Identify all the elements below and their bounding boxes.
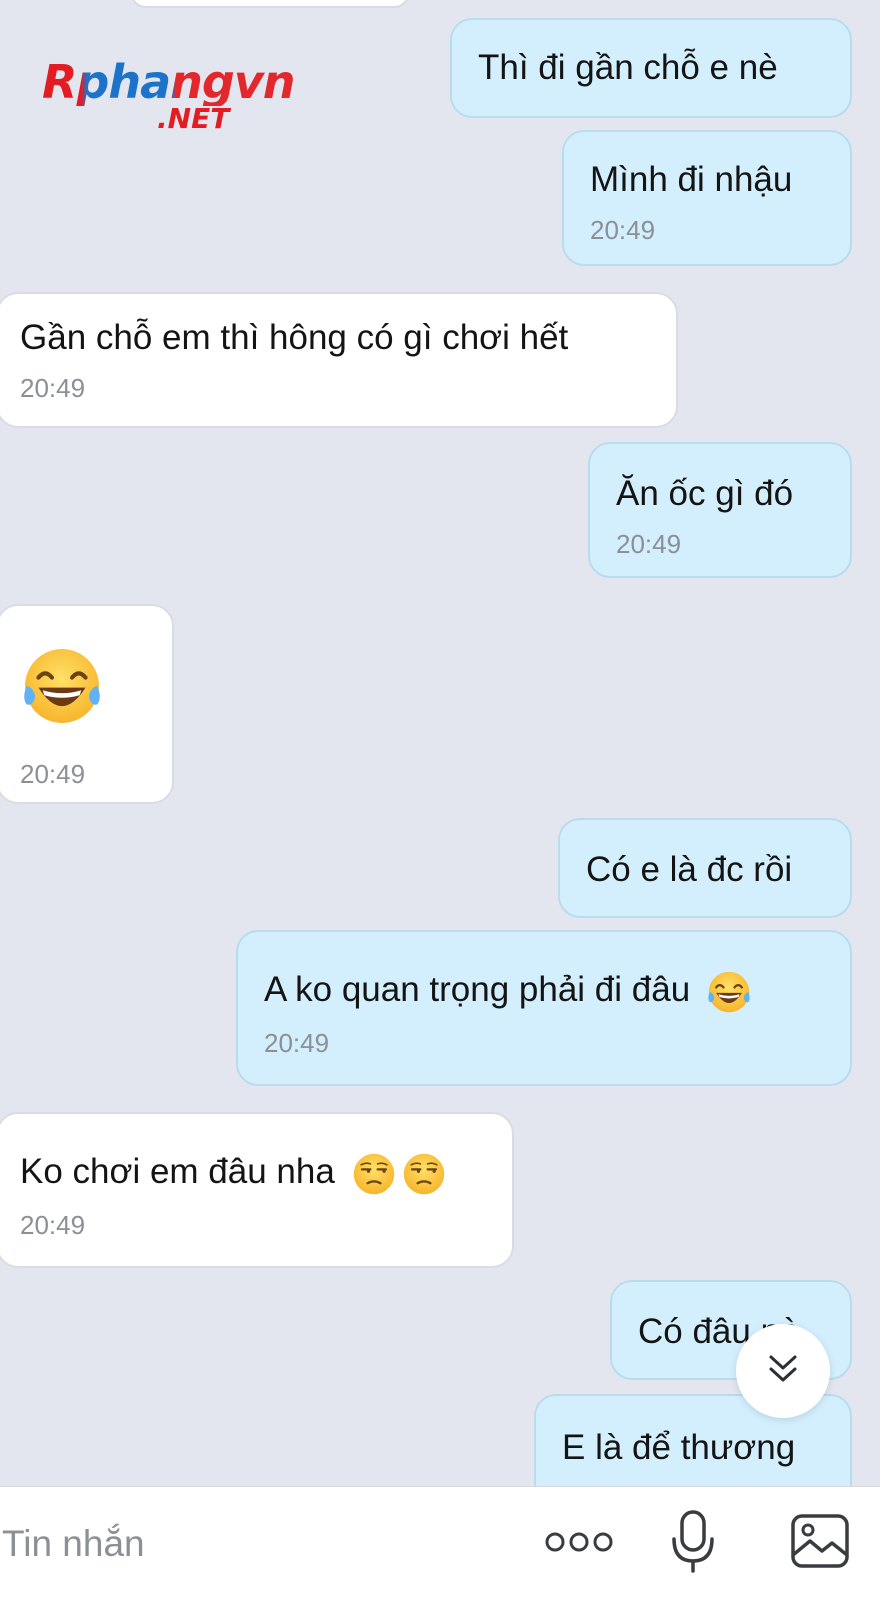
message-time: 20:49 <box>20 1209 86 1240</box>
previous-message-bubble <box>130 0 410 8</box>
outgoing-message[interactable]: Thì đi gần chỗ e nè <box>450 18 852 118</box>
tears-of-joy-emoji <box>706 969 752 1015</box>
message-time: 20:49 <box>616 529 682 559</box>
outgoing-message[interactable]: A ko quan trọng phải đi đâu 20:49 <box>236 930 852 1086</box>
message-text: A ko quan trọng phải đi đâu <box>264 970 691 1009</box>
message-time: 20:49 <box>590 215 656 245</box>
watermark-brand: Rphangvn <box>42 58 322 106</box>
message-text: Gần chỗ em thì hông có gì chơi hết <box>20 318 569 357</box>
scroll-to-bottom-button[interactable] <box>736 1324 830 1418</box>
message-text: Mình đi nhậu <box>590 160 793 199</box>
watermark-suffix: .NET <box>157 102 230 135</box>
message-composer <box>0 1486 880 1601</box>
message-time: 20:49 <box>20 759 86 789</box>
tears-of-joy-emoji <box>20 644 104 728</box>
unamused-face-emoji <box>401 1151 447 1197</box>
message-time: 20:49 <box>264 1027 330 1058</box>
message-text: Thì đi gần chỗ e nè <box>478 48 778 87</box>
message-input[interactable] <box>0 1519 522 1569</box>
image-icon[interactable] <box>790 1513 850 1574</box>
outgoing-message[interactable]: Mình đi nhậu 20:49 <box>562 130 852 266</box>
unamused-face-emoji <box>351 1151 397 1197</box>
message-text: E là để thương <box>562 1428 796 1467</box>
message-text: Ko chơi em đâu nha <box>20 1152 335 1191</box>
double-chevron-down-icon <box>765 1351 801 1392</box>
outgoing-message[interactable]: Ăn ốc gì đó 20:49 <box>588 442 852 578</box>
message-time: 20:49 <box>20 373 86 403</box>
incoming-message[interactable]: Gần chỗ em thì hông có gì chơi hết 20:49 <box>0 292 678 428</box>
incoming-message[interactable]: Ko chơi em đâu nha 20:49 <box>0 1112 514 1268</box>
microphone-icon[interactable] <box>670 1509 716 1580</box>
watermark-logo: Rphangvn .NET <box>42 58 322 148</box>
message-text: Ăn ốc gì đó <box>616 474 794 513</box>
message-text: Có e là đc rồi <box>586 850 793 889</box>
outgoing-message[interactable]: Có e là đc rồi <box>558 818 852 918</box>
message-list[interactable]: Rphangvn .NET Thì đi gần chỗ e nè Mình đ… <box>0 0 880 1486</box>
more-dots-icon[interactable] <box>544 1527 614 1562</box>
incoming-message[interactable]: 20:49 <box>0 604 174 804</box>
